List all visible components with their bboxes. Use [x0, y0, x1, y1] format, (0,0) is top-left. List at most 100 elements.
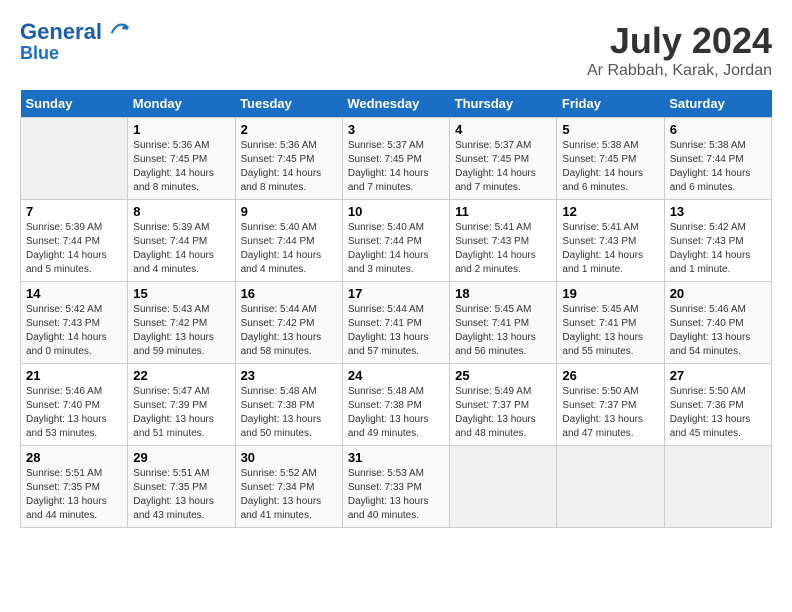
calendar-cell: 8 Sunrise: 5:39 AM Sunset: 7:44 PM Daylig… — [128, 200, 235, 282]
day-info: Sunrise: 5:41 AM Sunset: 7:43 PM Dayligh… — [562, 221, 658, 277]
day-number: 29 — [133, 450, 229, 465]
logo-icon — [110, 19, 130, 39]
weekday-header: Wednesday — [342, 90, 449, 118]
day-info: Sunrise: 5:43 AM Sunset: 7:42 PM Dayligh… — [133, 303, 229, 359]
day-info: Sunrise: 5:36 AM Sunset: 7:45 PM Dayligh… — [133, 139, 229, 195]
day-info: Sunrise: 5:39 AM Sunset: 7:44 PM Dayligh… — [133, 221, 229, 277]
day-info: Sunrise: 5:36 AM Sunset: 7:45 PM Dayligh… — [241, 139, 337, 195]
day-number: 28 — [26, 450, 122, 465]
day-number: 25 — [455, 368, 551, 383]
calendar-cell: 10 Sunrise: 5:40 AM Sunset: 7:44 PM Dayli… — [342, 200, 449, 282]
day-number: 18 — [455, 286, 551, 301]
logo: General Blue — [20, 20, 130, 64]
day-info: Sunrise: 5:40 AM Sunset: 7:44 PM Dayligh… — [348, 221, 444, 277]
day-info: Sunrise: 5:46 AM Sunset: 7:40 PM Dayligh… — [26, 385, 122, 441]
calendar-week-row: 28 Sunrise: 5:51 AM Sunset: 7:35 PM Dayli… — [21, 446, 772, 528]
calendar-cell: 2 Sunrise: 5:36 AM Sunset: 7:45 PM Daylig… — [235, 118, 342, 200]
calendar-cell: 15 Sunrise: 5:43 AM Sunset: 7:42 PM Dayli… — [128, 282, 235, 364]
weekday-header: Saturday — [664, 90, 771, 118]
calendar-cell: 26Sunrise: 5:50 AM Sunset: 7:37 PM Dayli… — [557, 364, 664, 446]
day-number: 3 — [348, 122, 444, 137]
calendar-cell: 23Sunrise: 5:48 AM Sunset: 7:38 PM Dayli… — [235, 364, 342, 446]
day-number: 12 — [562, 204, 658, 219]
calendar-cell: 7Sunrise: 5:39 AM Sunset: 7:44 PM Daylig… — [21, 200, 128, 282]
calendar-cell: 6 Sunrise: 5:38 AM Sunset: 7:44 PM Daylig… — [664, 118, 771, 200]
day-info: Sunrise: 5:44 AM Sunset: 7:41 PM Dayligh… — [348, 303, 444, 359]
location-title: Ar Rabbah, Karak, Jordan — [587, 62, 772, 80]
calendar-cell: 4 Sunrise: 5:37 AM Sunset: 7:45 PM Daylig… — [450, 118, 557, 200]
day-info: Sunrise: 5:40 AM Sunset: 7:44 PM Dayligh… — [241, 221, 337, 277]
day-number: 26 — [562, 368, 658, 383]
day-number: 10 — [348, 204, 444, 219]
day-info: Sunrise: 5:51 AM Sunset: 7:35 PM Dayligh… — [26, 467, 122, 523]
weekday-header: Friday — [557, 90, 664, 118]
calendar-cell: 11Sunrise: 5:41 AM Sunset: 7:43 PM Dayli… — [450, 200, 557, 282]
day-number: 19 — [562, 286, 658, 301]
calendar-week-row: 14Sunrise: 5:42 AM Sunset: 7:43 PM Dayli… — [21, 282, 772, 364]
calendar-header-row: SundayMondayTuesdayWednesdayThursdayFrid… — [21, 90, 772, 118]
weekday-header: Tuesday — [235, 90, 342, 118]
day-info: Sunrise: 5:47 AM Sunset: 7:39 PM Dayligh… — [133, 385, 229, 441]
day-info: Sunrise: 5:45 AM Sunset: 7:41 PM Dayligh… — [562, 303, 658, 359]
calendar-week-row: 21 Sunrise: 5:46 AM Sunset: 7:40 PM Dayli… — [21, 364, 772, 446]
day-number: 9 — [241, 204, 337, 219]
day-number: 8 — [133, 204, 229, 219]
page-header: General Blue July 2024 Ar Rabbah, Karak,… — [20, 20, 772, 80]
calendar-cell: 28 Sunrise: 5:51 AM Sunset: 7:35 PM Dayli… — [21, 446, 128, 528]
day-number: 21 — [26, 368, 122, 383]
day-info: Sunrise: 5:44 AM Sunset: 7:42 PM Dayligh… — [241, 303, 337, 359]
calendar-cell: 1Sunrise: 5:36 AM Sunset: 7:45 PM Daylig… — [128, 118, 235, 200]
calendar-cell: 19 Sunrise: 5:45 AM Sunset: 7:41 PM Dayli… — [557, 282, 664, 364]
calendar-week-row: 1Sunrise: 5:36 AM Sunset: 7:45 PM Daylig… — [21, 118, 772, 200]
calendar-cell: 17Sunrise: 5:44 AM Sunset: 7:41 PM Dayli… — [342, 282, 449, 364]
day-number: 23 — [241, 368, 337, 383]
calendar-cell: 3 Sunrise: 5:37 AM Sunset: 7:45 PM Daylig… — [342, 118, 449, 200]
day-number: 31 — [348, 450, 444, 465]
day-info: Sunrise: 5:45 AM Sunset: 7:41 PM Dayligh… — [455, 303, 551, 359]
logo-text: General — [20, 20, 130, 44]
day-info: Sunrise: 5:38 AM Sunset: 7:45 PM Dayligh… — [562, 139, 658, 195]
day-info: Sunrise: 5:37 AM Sunset: 7:45 PM Dayligh… — [455, 139, 551, 195]
day-number: 13 — [670, 204, 766, 219]
calendar-cell — [450, 446, 557, 528]
calendar-table: SundayMondayTuesdayWednesdayThursdayFrid… — [20, 90, 772, 528]
month-title: July 2024 — [587, 20, 772, 62]
calendar-cell: 14Sunrise: 5:42 AM Sunset: 7:43 PM Dayli… — [21, 282, 128, 364]
day-number: 4 — [455, 122, 551, 137]
calendar-cell: 25Sunrise: 5:49 AM Sunset: 7:37 PM Dayli… — [450, 364, 557, 446]
calendar-cell — [557, 446, 664, 528]
weekday-header: Thursday — [450, 90, 557, 118]
calendar-cell: 29 Sunrise: 5:51 AM Sunset: 7:35 PM Dayli… — [128, 446, 235, 528]
day-number: 22 — [133, 368, 229, 383]
day-number: 11 — [455, 204, 551, 219]
weekday-header: Monday — [128, 90, 235, 118]
calendar-cell: 22 Sunrise: 5:47 AM Sunset: 7:39 PM Dayli… — [128, 364, 235, 446]
calendar-cell: 27Sunrise: 5:50 AM Sunset: 7:36 PM Dayli… — [664, 364, 771, 446]
calendar-cell — [664, 446, 771, 528]
calendar-cell: 13 Sunrise: 5:42 AM Sunset: 7:43 PM Dayli… — [664, 200, 771, 282]
calendar-cell: 18 Sunrise: 5:45 AM Sunset: 7:41 PM Dayli… — [450, 282, 557, 364]
day-number: 2 — [241, 122, 337, 137]
calendar-cell: 31Sunrise: 5:53 AM Sunset: 7:33 PM Dayli… — [342, 446, 449, 528]
day-info: Sunrise: 5:51 AM Sunset: 7:35 PM Dayligh… — [133, 467, 229, 523]
day-info: Sunrise: 5:46 AM Sunset: 7:40 PM Dayligh… — [670, 303, 766, 359]
calendar-cell: 21 Sunrise: 5:46 AM Sunset: 7:40 PM Dayli… — [21, 364, 128, 446]
day-info: Sunrise: 5:50 AM Sunset: 7:36 PM Dayligh… — [670, 385, 766, 441]
day-number: 14 — [26, 286, 122, 301]
calendar-cell: 30Sunrise: 5:52 AM Sunset: 7:34 PM Dayli… — [235, 446, 342, 528]
day-info: Sunrise: 5:42 AM Sunset: 7:43 PM Dayligh… — [670, 221, 766, 277]
day-number: 6 — [670, 122, 766, 137]
day-info: Sunrise: 5:37 AM Sunset: 7:45 PM Dayligh… — [348, 139, 444, 195]
calendar-cell — [21, 118, 128, 200]
logo-line1: General — [20, 19, 102, 44]
title-block: July 2024 Ar Rabbah, Karak, Jordan — [587, 20, 772, 80]
day-info: Sunrise: 5:38 AM Sunset: 7:44 PM Dayligh… — [670, 139, 766, 195]
day-info: Sunrise: 5:39 AM Sunset: 7:44 PM Dayligh… — [26, 221, 122, 277]
day-number: 24 — [348, 368, 444, 383]
day-number: 15 — [133, 286, 229, 301]
calendar-cell: 24Sunrise: 5:48 AM Sunset: 7:38 PM Dayli… — [342, 364, 449, 446]
day-number: 20 — [670, 286, 766, 301]
calendar-cell: 5Sunrise: 5:38 AM Sunset: 7:45 PM Daylig… — [557, 118, 664, 200]
calendar-cell: 20 Sunrise: 5:46 AM Sunset: 7:40 PM Dayli… — [664, 282, 771, 364]
day-info: Sunrise: 5:52 AM Sunset: 7:34 PM Dayligh… — [241, 467, 337, 523]
